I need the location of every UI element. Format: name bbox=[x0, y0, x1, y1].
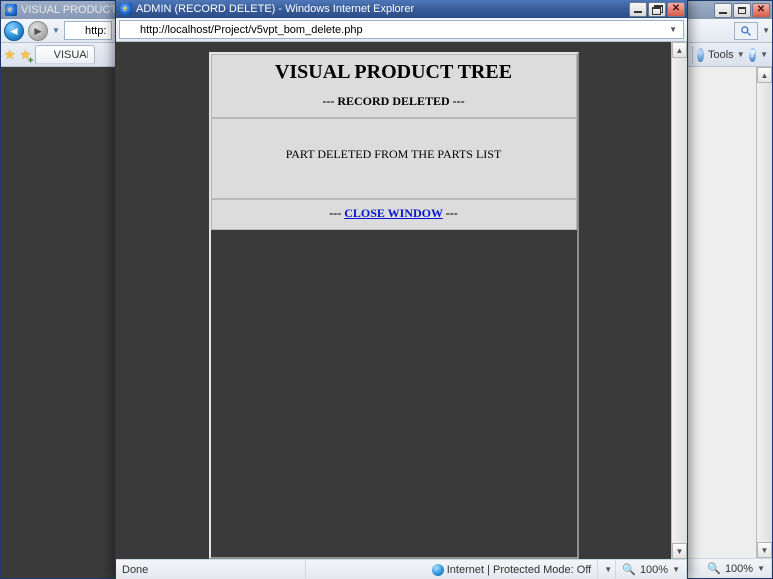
scroll-down-button[interactable]: ▼ bbox=[672, 543, 687, 559]
forward-button[interactable]: ► bbox=[28, 21, 48, 41]
right-zoom-dropdown: ▼ bbox=[757, 564, 765, 573]
right-close-button[interactable]: ✕ bbox=[752, 3, 770, 18]
zoom-cell[interactable]: 🔍 100% ▼ bbox=[616, 560, 687, 579]
address-bar[interactable] bbox=[64, 21, 112, 40]
tab-page-icon bbox=[42, 49, 49, 61]
tools-icon bbox=[697, 48, 704, 62]
search-dropdown[interactable]: ▼ bbox=[762, 26, 770, 35]
tools-label: Tools bbox=[708, 49, 734, 61]
fg-viewport: VISUAL PRODUCT TREE --- RECORD DELETED -… bbox=[116, 42, 687, 559]
fg-window-titlebar[interactable]: ADMIN (RECORD DELETE) - Windows Internet… bbox=[116, 0, 687, 18]
status-extra-dropdown[interactable]: ▼ bbox=[604, 565, 612, 574]
status-text: Done bbox=[122, 564, 148, 576]
zoom-value: 100% bbox=[640, 564, 668, 576]
restore-button[interactable] bbox=[648, 2, 666, 17]
card-footer: --- CLOSE WINDOW --- bbox=[211, 199, 577, 230]
fg-window-title: ADMIN (RECORD DELETE) - Windows Internet… bbox=[136, 3, 629, 15]
fg-scrollbar[interactable]: ▲ ▼ bbox=[671, 42, 687, 559]
page-icon bbox=[68, 25, 80, 37]
footer-prefix: --- bbox=[329, 206, 344, 220]
scroll-up-button[interactable]: ▲ bbox=[672, 42, 687, 58]
ie-icon bbox=[120, 3, 132, 15]
close-button[interactable]: ✕ bbox=[667, 2, 685, 17]
scroll-up-button[interactable]: ▲ bbox=[757, 67, 772, 83]
scroll-down-button[interactable]: ▼ bbox=[757, 542, 772, 558]
minimize-button[interactable] bbox=[629, 2, 647, 17]
fg-status-bar: Done Internet | Protected Mode: Off ▼ 🔍 … bbox=[116, 559, 687, 579]
search-button[interactable] bbox=[734, 22, 758, 40]
help-icon[interactable]: ? bbox=[749, 48, 756, 62]
address-input[interactable] bbox=[138, 23, 666, 37]
address-bar[interactable]: ▼ bbox=[119, 20, 684, 39]
nav-history-dropdown[interactable]: ▼ bbox=[52, 26, 60, 35]
security-zone-text: Internet | Protected Mode: Off bbox=[447, 564, 592, 576]
add-favorite-icon[interactable]: ★ bbox=[20, 47, 32, 63]
right-viewport: ▲ ▼ bbox=[688, 67, 772, 558]
right-tool-row: Tools ▼ ? ▼ bbox=[688, 43, 772, 67]
fg-nav-row: ▼ bbox=[116, 18, 687, 42]
footer-suffix: --- bbox=[443, 206, 458, 220]
help-dropdown-icon[interactable]: ▼ bbox=[760, 50, 768, 59]
right-scrollbar[interactable]: ▲ ▼ bbox=[756, 67, 772, 558]
address-dropdown-icon[interactable]: ▼ bbox=[666, 25, 680, 34]
page-heading: VISUAL PRODUCT TREE bbox=[212, 61, 576, 84]
zoom-dropdown-icon: ▼ bbox=[672, 565, 680, 574]
scroll-track[interactable] bbox=[672, 58, 687, 543]
result-message: PART DELETED FROM THE PARTS LIST bbox=[286, 147, 502, 161]
card-body: PART DELETED FROM THE PARTS LIST bbox=[211, 118, 577, 199]
tools-menu[interactable]: Tools ▼ bbox=[708, 49, 745, 61]
right-zoom-cell[interactable]: 🔍 100% ▼ bbox=[701, 559, 772, 578]
right-zoom-value: 100% bbox=[725, 563, 753, 575]
page-icon bbox=[123, 24, 135, 36]
favorites-icon[interactable]: ★ bbox=[4, 47, 16, 63]
right-status-bar: 🔍 100% ▼ bbox=[688, 558, 772, 578]
right-nav-row: ▼ bbox=[688, 19, 772, 43]
card-header: VISUAL PRODUCT TREE --- RECORD DELETED -… bbox=[211, 54, 577, 118]
tab-label: VISUAL PR bbox=[54, 49, 89, 61]
ie-icon bbox=[5, 4, 17, 16]
globe-icon bbox=[432, 564, 444, 576]
right-window-titlebar: ✕ bbox=[688, 1, 772, 19]
page-content: VISUAL PRODUCT TREE --- RECORD DELETED -… bbox=[116, 42, 671, 559]
page-subheading: --- RECORD DELETED --- bbox=[212, 94, 576, 109]
status-text-cell: Done bbox=[116, 560, 306, 579]
right-minimize-button[interactable] bbox=[714, 3, 732, 18]
scroll-track[interactable] bbox=[757, 83, 772, 542]
result-card: VISUAL PRODUCT TREE --- RECORD DELETED -… bbox=[209, 52, 579, 559]
security-zone-cell[interactable]: Internet | Protected Mode: Off bbox=[426, 560, 599, 579]
zoom-icon: 🔍 bbox=[707, 562, 721, 575]
tools-dropdown-icon: ▼ bbox=[737, 50, 745, 59]
right-maximize-button[interactable] bbox=[733, 3, 751, 18]
separator bbox=[692, 46, 693, 64]
close-window-link[interactable]: CLOSE WINDOW bbox=[344, 206, 443, 220]
back-button[interactable]: ◄ bbox=[4, 21, 24, 41]
zoom-icon: 🔍 bbox=[622, 563, 636, 576]
address-input[interactable] bbox=[83, 24, 108, 38]
status-extra-cell: ▼ bbox=[598, 560, 616, 579]
browser-tab[interactable]: VISUAL PR bbox=[35, 45, 95, 64]
